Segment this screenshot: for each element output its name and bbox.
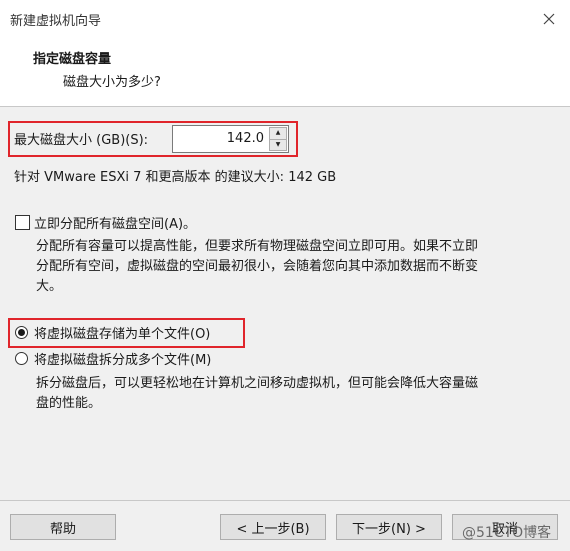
allocate-desc-line-3: 大。 — [36, 279, 63, 294]
allocate-all-label[interactable]: 立即分配所有磁盘空间(A)。 — [34, 213, 196, 232]
spin-buttons: ▲ ▼ — [269, 127, 287, 151]
allocate-all-checkbox[interactable] — [15, 215, 30, 230]
arrow-down-icon: ▼ — [275, 140, 281, 148]
recommended-size-text: 针对 VMware ESXi 7 和更高版本 的建议大小: 142 GB — [14, 170, 337, 185]
footer-divider — [0, 500, 570, 501]
next-button[interactable]: 下一步(N) > — [336, 514, 442, 540]
page-subtitle: 磁盘大小为多少? — [63, 75, 161, 90]
page-title: 指定磁盘容量 — [33, 52, 112, 67]
disk-size-stepper[interactable]: 142.0 ▲ ▼ — [172, 125, 289, 153]
allocate-desc-line-1: 分配所有容量可以提高性能，但要求所有物理磁盘空间立即可用。如果不立即 — [36, 239, 479, 254]
help-button[interactable]: 帮助 — [10, 514, 116, 540]
watermark: @51CTO博客 — [462, 525, 552, 541]
allocate-description: 分配所有容量可以提高性能，但要求所有物理磁盘空间立即可用。如果不立即 分配所有空… — [36, 237, 478, 297]
split-files-radio[interactable] — [15, 352, 28, 365]
disk-size-label: 最大磁盘大小 (GB)(S): — [14, 133, 149, 148]
close-icon — [543, 13, 555, 25]
single-file-label[interactable]: 将虚拟磁盘存储为单个文件(O) — [34, 323, 210, 342]
arrow-up-icon: ▲ — [275, 129, 281, 137]
close-button[interactable] — [536, 6, 562, 32]
split-desc-line-2: 盘的性能。 — [36, 396, 102, 411]
disk-size-value[interactable]: 142.0 — [227, 131, 264, 146]
decrement-button[interactable]: ▼ — [269, 139, 287, 151]
allocate-desc-line-2: 分配所有空间，虚拟磁盘的空间最初很小，会随着您向其中添加数据而不断变 — [36, 259, 479, 274]
split-files-label[interactable]: 将虚拟磁盘拆分成多个文件(M) — [34, 349, 211, 368]
split-description: 拆分磁盘后，可以更轻松地在计算机之间移动虚拟机，但可能会降低大容量磁 盘的性能。 — [36, 374, 478, 414]
increment-button[interactable]: ▲ — [269, 127, 287, 140]
split-desc-line-1: 拆分磁盘后，可以更轻松地在计算机之间移动虚拟机，但可能会降低大容量磁 — [36, 376, 479, 391]
window-title: 新建虚拟机向导 — [10, 14, 102, 29]
back-button[interactable]: < 上一步(B) — [220, 514, 326, 540]
wizard-header: 指定磁盘容量 磁盘大小为多少? — [0, 38, 570, 107]
single-file-radio[interactable] — [15, 326, 28, 339]
title-bar: 新建虚拟机向导 — [0, 0, 570, 39]
